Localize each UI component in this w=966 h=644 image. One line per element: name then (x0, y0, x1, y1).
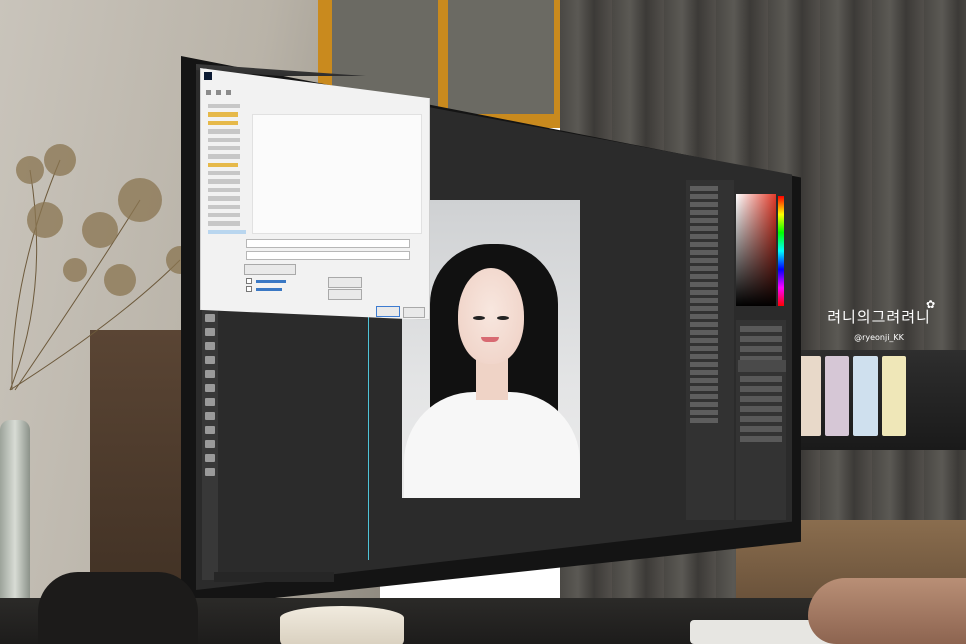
dried-flower-plant (9, 144, 190, 391)
back-arrow-icon[interactable] (206, 90, 211, 95)
layers-panel[interactable] (736, 320, 786, 520)
zoom-tool-icon[interactable] (205, 468, 215, 476)
save-cloud-button[interactable] (244, 264, 296, 275)
save-dialog-folder-tree[interactable] (208, 104, 248, 234)
photoshop-icon (204, 72, 212, 80)
portrait-left-eye (473, 316, 485, 320)
save-option-checkbox-2[interactable] (246, 286, 252, 292)
crop-tool-icon[interactable] (205, 356, 215, 364)
file-name-input[interactable] (246, 239, 410, 248)
file-type-select[interactable] (246, 251, 410, 260)
watermark-handle: @ryeonji_KK (854, 333, 904, 342)
type-tool-icon[interactable] (205, 440, 215, 448)
save-option-checkbox-1[interactable] (246, 278, 252, 284)
pen-tool-icon[interactable] (205, 426, 215, 434)
hue-slider[interactable] (778, 196, 784, 306)
marquee-tool-icon[interactable] (205, 328, 215, 336)
tools-panel[interactable] (202, 310, 218, 580)
flower-icon: ✿ (926, 298, 936, 311)
photo-scene: 려니의그려려니 ✿ @ryeonji_KK (0, 0, 966, 644)
save-dialog-address-bar[interactable] (206, 88, 424, 98)
hand-on-mouse (808, 578, 966, 644)
portrait-face (458, 268, 524, 364)
color-picker-field[interactable] (736, 194, 776, 306)
forward-arrow-icon[interactable] (216, 90, 221, 95)
up-arrow-icon[interactable] (226, 90, 231, 95)
save-option-link-1[interactable] (256, 280, 286, 283)
save-button[interactable] (376, 306, 400, 317)
save-options-button-2[interactable] (328, 289, 362, 300)
save-dialog-file-list[interactable] (252, 114, 422, 234)
move-tool-icon[interactable] (205, 314, 215, 322)
canvas-guide-line[interactable] (368, 310, 369, 560)
portrait-right-eye (497, 316, 509, 320)
glass-vase (0, 420, 30, 620)
paper-cup (280, 606, 404, 644)
document-status-bar (214, 572, 334, 582)
eraser-tool-icon[interactable] (205, 398, 215, 406)
ink-tanks (796, 356, 906, 436)
save-dialog-titlebar[interactable] (204, 70, 426, 84)
brush-tool-icon[interactable] (205, 370, 215, 378)
stamp-tool-icon[interactable] (205, 384, 215, 392)
portrait-mouth (481, 337, 499, 342)
save-options-button-1[interactable] (328, 277, 362, 288)
hand-tool-icon[interactable] (205, 454, 215, 462)
save-option-link-2[interactable] (256, 288, 282, 291)
gradient-tool-icon[interactable] (205, 412, 215, 420)
active-layer-row[interactable] (738, 360, 786, 372)
cancel-button[interactable] (403, 307, 425, 318)
lasso-tool-icon[interactable] (205, 342, 215, 350)
portrait-shirt (404, 392, 580, 498)
speaker (38, 572, 198, 644)
blog-watermark: 려니의그려려니 ✿ @ryeonji_KK (812, 298, 946, 342)
history-actions-panel[interactable] (686, 180, 734, 520)
